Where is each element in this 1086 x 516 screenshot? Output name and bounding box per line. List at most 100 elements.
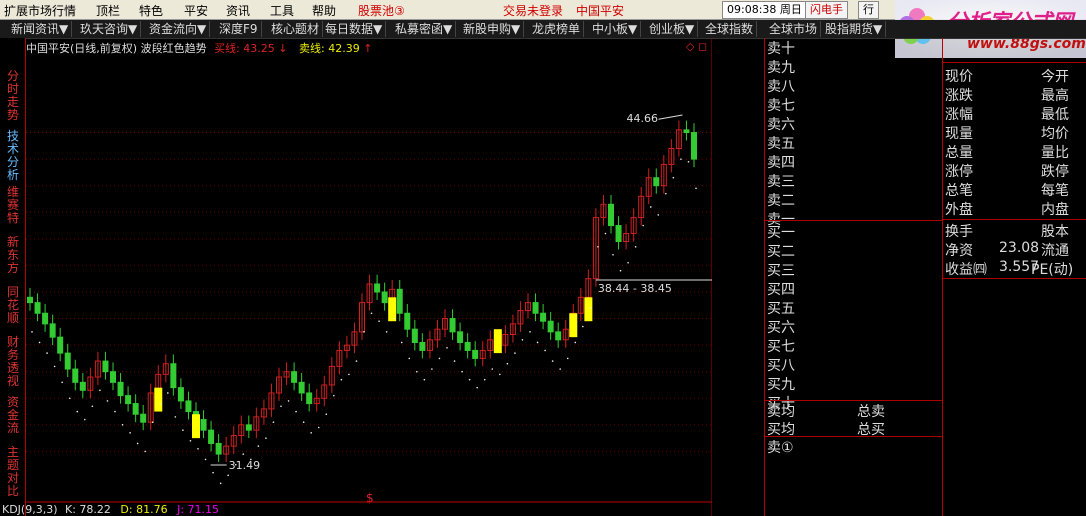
left-tab-7[interactable]: 主题对比 xyxy=(5,446,21,498)
trend-dot xyxy=(174,416,177,418)
tab-2[interactable]: 资金流向▼ xyxy=(146,21,211,37)
trend-dot xyxy=(310,432,312,434)
tab-1[interactable]: 玖天咨询▼ xyxy=(77,21,142,37)
trend-dot xyxy=(461,370,463,373)
sell-level-5[interactable]: 卖五 xyxy=(767,133,795,153)
candle-body xyxy=(34,302,41,314)
left-tab-2[interactable]: 维赛特 xyxy=(5,186,21,225)
trend-dot xyxy=(76,410,79,413)
tab-0[interactable]: 新闻资讯▼ xyxy=(8,21,73,37)
tab-12[interactable]: 全球市场 xyxy=(766,21,822,37)
tab-7[interactable]: 新股申购▼ xyxy=(460,21,525,37)
diamond-icon[interactable]: ◇ xyxy=(686,40,694,53)
sell-level-3[interactable]: 卖三 xyxy=(767,171,795,191)
candle-body xyxy=(411,328,418,343)
signal-block xyxy=(584,297,593,322)
flash-trade-button[interactable]: 闪电手 xyxy=(805,1,848,19)
buy-level-4[interactable]: 买四 xyxy=(767,279,795,299)
tab-4[interactable]: 核心题材 xyxy=(268,21,324,37)
float-label: 流通 xyxy=(1041,243,1069,259)
trade-status[interactable]: 交易未登录 xyxy=(503,2,563,19)
stock-pool-menu[interactable]: 股票池③ xyxy=(358,2,405,19)
candle-body xyxy=(396,288,403,314)
tab-5[interactable]: 每日数据▼ xyxy=(322,21,387,37)
sell-level-2[interactable]: 卖二 xyxy=(767,190,795,210)
trend-dot xyxy=(91,405,94,408)
left-tab-1[interactable]: 技术分析 xyxy=(5,130,21,182)
left-tab-5[interactable]: 财务透视 xyxy=(5,336,21,388)
menu-tools[interactable]: 工具 xyxy=(270,2,294,19)
trend-dot xyxy=(423,378,426,381)
menu-pingan[interactable]: 平安 xyxy=(184,2,208,19)
equity-label: 股本 xyxy=(1041,224,1069,240)
tab-13[interactable]: 股指期货▼ xyxy=(822,21,887,37)
trend-dot xyxy=(31,331,33,333)
tab-11[interactable]: 全球指数 xyxy=(702,21,758,37)
trend-dot xyxy=(197,447,199,450)
menu-special[interactable]: 特色 xyxy=(139,2,163,19)
trend-dot xyxy=(642,224,644,227)
buy-level-6[interactable]: 买六 xyxy=(767,317,795,337)
order-book: 卖十 卖九 卖八 卖七 卖六 卖五 卖四 卖三 卖二 卖一 买一 买二 买三 买四 买五 买六 买七 买八 买九 买十… xyxy=(764,38,943,516)
trend-dot xyxy=(476,386,478,389)
trend-dot xyxy=(672,176,675,179)
quote-left-3: 现量 xyxy=(945,126,973,142)
candle-body xyxy=(79,381,86,391)
trend-dot xyxy=(665,192,667,195)
tab-10[interactable]: 创业板▼ xyxy=(646,21,699,37)
candle-body xyxy=(683,129,690,134)
row-button[interactable]: 行 xyxy=(858,1,879,19)
tab-9[interactable]: 中小板▼ xyxy=(589,21,642,37)
buy-level-8[interactable]: 买八 xyxy=(767,355,795,375)
trend-dot xyxy=(634,246,637,248)
kdj-indicator-bar: KDJ(9,3,3) K: 78.22 D: 81.76 J: 71.15 xyxy=(0,503,219,516)
quote-left-0: 现价 xyxy=(945,69,973,85)
buy-level-2[interactable]: 买二 xyxy=(767,241,795,261)
candle-body xyxy=(170,363,177,389)
trend-dot xyxy=(363,331,365,333)
sell-one-summary[interactable]: 卖① xyxy=(767,437,794,457)
trend-dot xyxy=(680,158,682,160)
sell-level-6[interactable]: 卖六 xyxy=(767,114,795,134)
sell-level-9[interactable]: 卖九 xyxy=(767,57,795,77)
signal-block xyxy=(192,414,200,439)
tab-6[interactable]: 私募密函▼ xyxy=(392,21,457,37)
left-tab-6[interactable]: 资金流 xyxy=(5,396,21,435)
candle-body xyxy=(132,403,139,415)
quote-right-7: 内盘 xyxy=(1041,202,1069,218)
buy-level-5[interactable]: 买五 xyxy=(767,298,795,318)
left-tab-0[interactable]: 分时走势 xyxy=(5,70,21,122)
trend-dot xyxy=(468,378,471,381)
trend-dot xyxy=(68,397,71,400)
candle-body xyxy=(298,381,305,394)
menu-extended-market[interactable]: 扩展市场行情 xyxy=(4,2,76,19)
menu-topbar[interactable]: 顶栏 xyxy=(96,2,120,19)
left-tab-3[interactable]: 新东方 xyxy=(5,236,21,275)
menu-help[interactable]: 帮助 xyxy=(312,2,336,19)
left-tab-4[interactable]: 同花顺 xyxy=(5,286,21,325)
menu-news[interactable]: 资讯 xyxy=(226,2,250,19)
sell-level-7[interactable]: 卖七 xyxy=(767,95,795,115)
quote-right-0: 今开 xyxy=(1041,69,1069,85)
trend-dot xyxy=(325,413,328,416)
buy-level-9[interactable]: 买九 xyxy=(767,374,795,394)
quote-right-1: 最高 xyxy=(1041,88,1069,104)
candlestick-chart[interactable]: 44.0043.0042.0041.0040.0039.0038.0037.00… xyxy=(26,38,712,516)
trend-dot xyxy=(317,426,320,429)
kdj-name[interactable]: KDJ(9,3,3) xyxy=(2,503,58,516)
expand-icon[interactable]: ◻ xyxy=(698,40,707,53)
signal-block xyxy=(493,329,502,354)
signal-block xyxy=(388,297,397,322)
trend-dot xyxy=(151,421,154,423)
trend-dot xyxy=(649,206,652,208)
tab-8[interactable]: 龙虎榜单 xyxy=(529,21,585,37)
sell-level-8[interactable]: 卖八 xyxy=(767,76,795,96)
sell-level-4[interactable]: 卖四 xyxy=(767,152,795,172)
tab-3[interactable]: 深度F9 xyxy=(216,21,262,37)
buy-level-3[interactable]: 买三 xyxy=(767,260,795,280)
buy-level-1[interactable]: 买一 xyxy=(767,222,795,242)
quote-left-1: 涨跌 xyxy=(945,88,973,104)
range-label: 38.44 - 38.45 xyxy=(598,282,672,295)
sell-level-10[interactable]: 卖十 xyxy=(767,38,795,58)
buy-level-7[interactable]: 买七 xyxy=(767,336,795,356)
